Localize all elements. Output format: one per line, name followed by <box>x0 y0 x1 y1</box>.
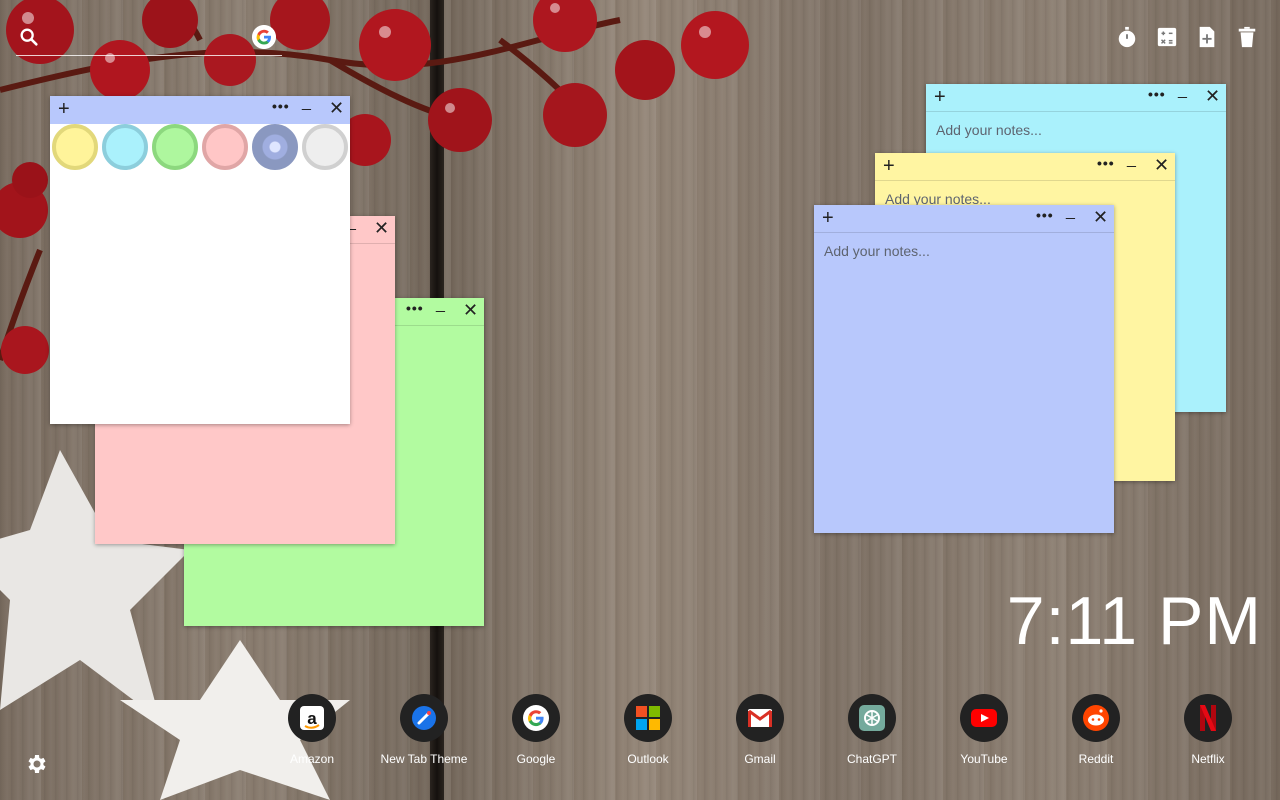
google-icon[interactable] <box>512 694 560 742</box>
close-icon[interactable]: ✕ <box>1093 208 1108 226</box>
shortcut-new-tab-theme[interactable]: New Tab Theme <box>368 694 480 766</box>
shortcut-label: Gmail <box>744 752 776 766</box>
note-title-bar[interactable]: + ••• _ ✕ <box>926 82 1226 112</box>
note-title-bar[interactable]: + ••• _ ✕ <box>875 151 1175 181</box>
shortcut-netflix[interactable]: Netflix <box>1152 694 1264 766</box>
svg-text:a: a <box>307 709 317 728</box>
minimize-icon[interactable]: _ <box>1127 151 1136 169</box>
search-bar[interactable] <box>16 22 282 56</box>
gear-icon[interactable] <box>24 752 48 776</box>
gmail-icon[interactable] <box>736 694 784 742</box>
color-swatch-pink[interactable] <box>202 124 248 170</box>
note-text-area[interactable]: Add your notes... <box>824 243 1084 259</box>
shortcut-outlook[interactable]: Outlook <box>592 694 704 766</box>
more-options-icon[interactable]: ••• <box>1097 155 1115 171</box>
shortcut-label: Reddit <box>1078 752 1114 766</box>
close-icon[interactable]: ✕ <box>463 301 478 319</box>
more-options-icon[interactable]: ••• <box>1036 207 1054 223</box>
timer-icon[interactable] <box>1116 24 1138 50</box>
trash-icon[interactable] <box>1236 24 1258 50</box>
note-title-bar[interactable]: + ••• _ ✕ <box>50 94 350 124</box>
google-icon[interactable] <box>252 25 276 49</box>
shortcut-google[interactable]: Google <box>480 694 592 766</box>
shortcut-label: Netflix <box>1191 752 1225 766</box>
note-text-area[interactable]: Add your notes... <box>936 122 1196 138</box>
chatgpt-icon[interactable] <box>848 694 896 742</box>
calculator-icon[interactable] <box>1156 24 1178 50</box>
shortcut-reddit[interactable]: Reddit <box>1040 694 1152 766</box>
shortcut-gmail[interactable]: Gmail <box>704 694 816 766</box>
minimize-icon[interactable]: _ <box>302 94 311 112</box>
shortcut-label: ChatGPT <box>846 752 897 766</box>
clock: 7:11 PM <box>1006 583 1262 659</box>
close-icon[interactable]: ✕ <box>329 99 344 117</box>
minimize-icon[interactable]: _ <box>1178 82 1187 100</box>
reddit-icon[interactable] <box>1072 694 1120 742</box>
more-options-icon[interactable]: ••• <box>406 300 424 316</box>
shortcut-chatgpt[interactable]: ChatGPT <box>816 694 928 766</box>
outlook-icon[interactable] <box>624 694 672 742</box>
shortcuts-dock: a Amazon New Tab Theme Google Outlook Gm… <box>256 694 1266 774</box>
add-note-icon[interactable]: + <box>934 87 946 107</box>
search-input[interactable] <box>46 24 246 50</box>
minimize-icon[interactable]: _ <box>436 296 445 314</box>
close-icon[interactable]: ✕ <box>374 219 389 237</box>
sticky-note-color-picker[interactable]: + ••• _ ✕ <box>50 94 350 424</box>
shortcut-label: New Tab Theme <box>380 752 468 766</box>
shortcut-label: Amazon <box>289 752 335 766</box>
color-swatch-yellow[interactable] <box>52 124 98 170</box>
color-swatch-cyan[interactable] <box>102 124 148 170</box>
close-icon[interactable]: ✕ <box>1154 156 1169 174</box>
top-toolbar <box>1116 24 1258 50</box>
search-icon[interactable] <box>18 26 40 48</box>
close-icon[interactable]: ✕ <box>1205 87 1220 105</box>
shortcut-youtube[interactable]: YouTube <box>928 694 1040 766</box>
new-tab-theme-icon[interactable] <box>400 694 448 742</box>
amazon-icon[interactable]: a <box>288 694 336 742</box>
shortcut-label: Outlook <box>627 752 669 766</box>
more-options-icon[interactable]: ••• <box>1148 86 1166 102</box>
add-note-icon[interactable]: + <box>58 99 70 119</box>
color-swatch-green[interactable] <box>152 124 198 170</box>
sticky-note-blue[interactable]: + ••• _ ✕ Add your notes... <box>814 203 1114 533</box>
add-note-icon[interactable]: + <box>883 156 895 176</box>
note-title-bar[interactable]: + ••• _ ✕ <box>814 203 1114 233</box>
color-palette <box>50 124 350 170</box>
more-options-icon[interactable]: ••• <box>272 98 290 114</box>
minimize-icon[interactable]: _ <box>1066 203 1075 221</box>
netflix-icon[interactable] <box>1184 694 1232 742</box>
add-note-icon[interactable]: + <box>822 208 834 228</box>
color-swatch-blue-selected[interactable] <box>252 124 298 170</box>
youtube-icon[interactable] <box>960 694 1008 742</box>
shortcut-label: YouTube <box>960 752 1008 766</box>
add-note-icon[interactable] <box>1196 24 1218 50</box>
color-swatch-white[interactable] <box>302 124 348 170</box>
shortcut-label: Google <box>516 752 556 766</box>
shortcut-amazon[interactable]: a Amazon <box>256 694 368 766</box>
